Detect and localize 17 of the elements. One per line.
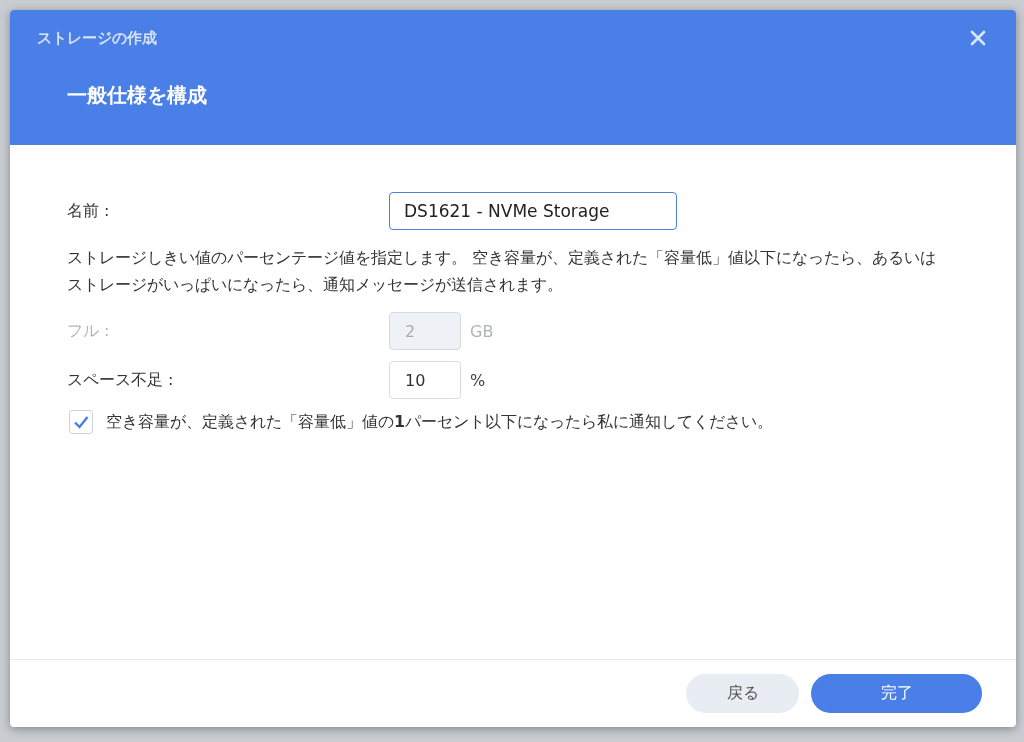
finish-button[interactable]: 完了 [811,674,982,713]
close-icon [970,30,986,46]
description-text: ストレージしきい値のパーセンテージ値を指定します。 空き容量が、定義された「容量低」値以下になったら、あるいはストレージがいっぱいになったら、通知メッセージが送信されます。 [67,247,938,296]
field-label: 名前 : [67,200,111,222]
back-button[interactable]: 戻る [686,674,799,713]
unit-label: % [470,370,486,390]
unit-label: GB [470,321,494,341]
checkbox[interactable] [69,410,93,434]
name-input-field[interactable]: DS1621 - NVMe Storage [389,192,677,230]
field-label: フル : [67,320,111,342]
close-button[interactable] [968,28,988,48]
checkbox-label: 空き容量が、定義された「容量低」値の1パーセント以下になったら私に通知してください。 [106,411,774,433]
threshold-input-field[interactable]: 10 [389,361,461,399]
window-title: ストレージの作成 [37,28,157,48]
field-label: スペース不足 : [67,369,175,391]
step-heading: 一般仕様を構成 [67,82,208,109]
checkmark-icon [72,413,90,431]
